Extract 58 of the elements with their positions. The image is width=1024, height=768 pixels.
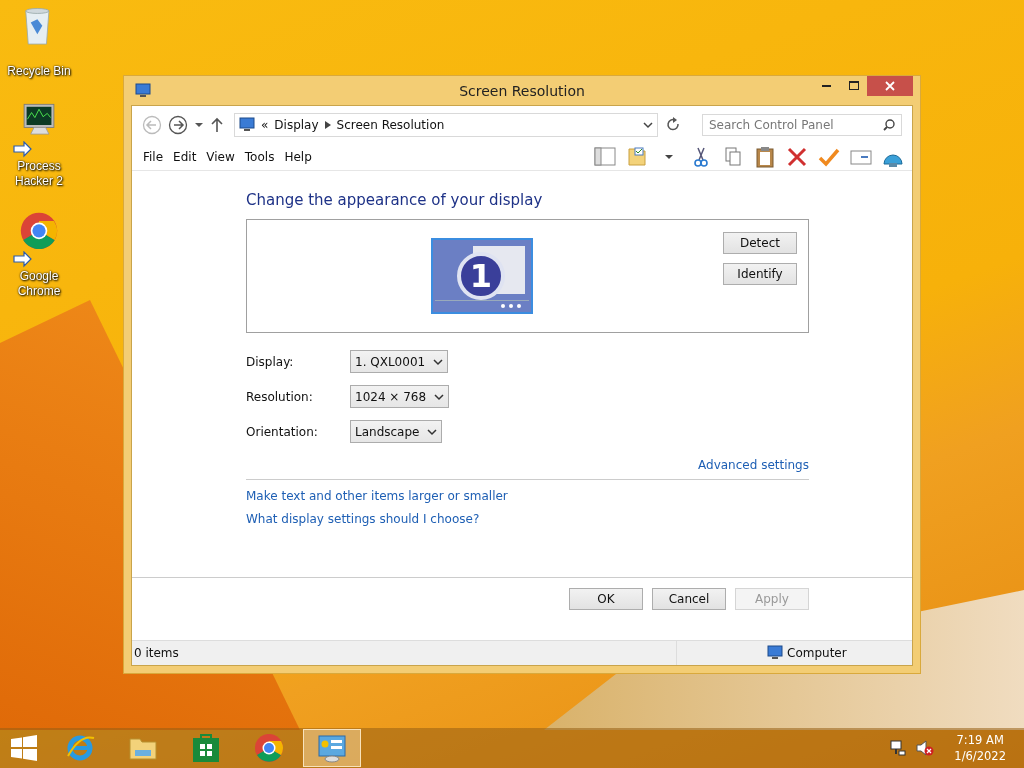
- store-icon: [190, 732, 222, 764]
- field-label: Resolution:: [246, 389, 314, 404]
- field-label: Display:: [246, 354, 295, 369]
- search-icon: [883, 119, 895, 131]
- menu-item[interactable]: Help: [279, 148, 317, 166]
- monitor-icon: [135, 82, 151, 99]
- chevron-down-icon: [427, 427, 438, 436]
- delete-icon[interactable]: [785, 146, 809, 168]
- page-heading: Change the appearance of your display: [246, 191, 544, 209]
- close-button[interactable]: [867, 76, 913, 96]
- chevron-down-icon: [434, 392, 445, 401]
- menu-item[interactable]: View: [201, 148, 240, 166]
- computer-icon: [767, 645, 783, 661]
- checkmark-icon[interactable]: [817, 146, 841, 168]
- menu-item[interactable]: Tools: [239, 148, 280, 166]
- taskbar-button[interactable]: [303, 729, 361, 767]
- address-bar[interactable]: « Display Screen Resolution: [234, 113, 658, 137]
- overflow-chevron[interactable]: «: [261, 118, 269, 132]
- maximize-icon: [848, 81, 859, 91]
- minimize-icon: [822, 85, 831, 87]
- breadcrumb[interactable]: Display: [274, 118, 319, 132]
- field-label: Orientation:: [246, 424, 319, 439]
- chevron-right-icon: [324, 121, 331, 129]
- dropdown[interactable]: 1. QXL0001: [350, 350, 449, 373]
- chevron-down-icon[interactable]: [643, 121, 653, 129]
- clipboard-icon[interactable]: [753, 146, 777, 168]
- display-number: 1: [469, 257, 493, 295]
- window-title: Screen Resolution: [459, 82, 585, 99]
- action-button[interactable]: Identify: [723, 263, 797, 285]
- search-field[interactable]: Search Control Panel: [702, 114, 902, 136]
- dialog-button[interactable]: OK: [569, 588, 643, 610]
- status-text: 0 items: [134, 646, 179, 660]
- action-button[interactable]: Detect: [723, 232, 797, 254]
- dropdown[interactable]: 1024 × 768: [350, 385, 450, 408]
- link[interactable]: What display settings should I choose?: [246, 512, 480, 526]
- clock[interactable]: 7:19 AM 1/6/2022: [954, 732, 1006, 764]
- chevron-down-icon: [433, 357, 444, 366]
- link[interactable]: Advanced settings: [698, 458, 809, 472]
- chrome-icon: [253, 732, 285, 764]
- display-monitor-icon[interactable]: 1: [431, 238, 533, 314]
- close-icon: [885, 81, 895, 91]
- control-panel-icon: [316, 732, 348, 764]
- menu-item[interactable]: File: [138, 148, 169, 166]
- monitor-icon: [239, 117, 255, 133]
- dialog-button[interactable]: Cancel: [652, 588, 726, 610]
- status-text: Computer: [787, 646, 847, 660]
- forward-button[interactable]: [168, 115, 188, 135]
- breadcrumb[interactable]: Screen Resolution: [336, 118, 445, 132]
- pane-icon[interactable]: [593, 146, 617, 168]
- network-icon[interactable]: [890, 740, 907, 756]
- link[interactable]: Make text and other items larger or smaller: [246, 489, 508, 503]
- clock-date: 1/6/2022: [954, 748, 1006, 764]
- speaker-muted-icon[interactable]: [916, 740, 935, 756]
- dropdown[interactable]: Landscape: [350, 420, 443, 443]
- clock-time: 7:19 AM: [956, 732, 1004, 748]
- folder-icon[interactable]: [625, 146, 649, 168]
- up-button[interactable]: [210, 115, 224, 135]
- menu-item[interactable]: Edit: [168, 148, 202, 166]
